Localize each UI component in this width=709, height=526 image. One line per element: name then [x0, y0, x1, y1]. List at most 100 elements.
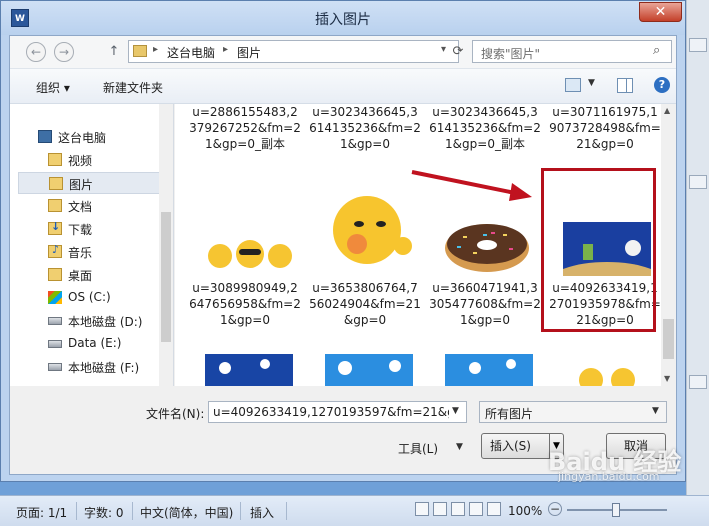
file-name[interactable]: u=3089980949,2647656958&fm=21&gp=0 [189, 280, 301, 328]
sidebar-item-documents[interactable]: 文档 [18, 195, 166, 217]
close-button[interactable]: ✕ [639, 2, 682, 22]
zoom-slider-handle[interactable] [612, 503, 620, 517]
sky-scene-thumbnail [219, 359, 270, 374]
folder-icon [48, 268, 62, 281]
dialog-title: 插入图片 [315, 12, 371, 28]
tools-button[interactable]: 工具(L) [398, 440, 438, 457]
emoji-ducks-thumbnail [208, 240, 292, 268]
filename-field[interactable]: u=4092633419,1270193597&fm=21&gp ▼ [208, 401, 467, 423]
sidebar-item-downloads[interactable]: 下载 [18, 218, 166, 240]
web-layout-icon[interactable] [451, 502, 465, 516]
file-name[interactable]: u=3023436645,3614135236&fm=21&gp=0_副本 [429, 104, 541, 152]
language-indicator[interactable]: 中文(简体，中国) [140, 504, 233, 521]
chevron-down-icon[interactable]: ▾ [441, 44, 446, 55]
back-arrow-icon[interactable]: ← [26, 42, 46, 62]
sidebar-item-music[interactable]: 音乐 [18, 241, 166, 263]
folder-icon [133, 45, 147, 57]
file-name[interactable]: u=3071161975,19073728498&fm=21&gp=0 [549, 104, 661, 152]
refresh-icon[interactable]: ⟳ [448, 44, 468, 60]
file-name[interactable]: u=3653806764,756024904&fm=21&gp=0 [309, 280, 421, 328]
insert-mode-indicator[interactable]: 插入 [250, 504, 274, 521]
chevron-down-icon[interactable]: ▼ [588, 78, 595, 88]
sidebar-scrollbar[interactable] [159, 104, 173, 386]
status-divider [286, 502, 287, 520]
music-folder-icon [48, 243, 62, 258]
draft-view-icon[interactable] [487, 502, 501, 516]
drive-icon [48, 340, 62, 348]
file-list-scrollbar[interactable]: ▲ ▼ [661, 104, 676, 386]
sidebar-item-label: OS (C:) [68, 290, 111, 304]
print-layout-icon[interactable] [415, 502, 429, 516]
file-thumbnail[interactable] [325, 354, 413, 386]
zoom-level[interactable]: 100% [508, 504, 542, 518]
annotation-arrow-icon [411, 170, 532, 201]
organize-button[interactable]: 组织 ▾ [36, 79, 70, 96]
preview-pane-icon[interactable] [617, 78, 633, 93]
sidebar-item-label: Data (E:) [68, 336, 122, 350]
sidebar-item-label: 下载 [68, 223, 93, 237]
host-window-ruler [686, 0, 709, 495]
emoji-character-thumbnail [323, 186, 415, 276]
sidebar-item-this-pc[interactable]: 这台电脑 [18, 126, 166, 148]
watermark-url: jingyan.baidu.com [558, 470, 660, 483]
scroll-up-icon[interactable]: ▲ [664, 106, 670, 115]
chevron-down-icon[interactable]: ▼ [652, 406, 659, 416]
folder-icon [48, 153, 62, 166]
breadcrumb-this-pc[interactable]: 这台电脑 [167, 44, 215, 61]
sidebar-item-label: 音乐 [68, 246, 93, 260]
file-thumbnail[interactable] [443, 214, 531, 276]
status-bar: 页面: 1/1 字数: 0 中文(简体，中国) 插入 100% − [0, 495, 709, 526]
file-name[interactable]: u=3660471941,3305477608&fm=21&gp=0 [429, 280, 541, 328]
page-count[interactable]: 页面: 1/1 [16, 504, 67, 521]
file-thumbnail[interactable] [205, 354, 293, 386]
navigation-pane: 这台电脑 视频 图片 文档 下载 音乐 [10, 104, 174, 386]
file-thumbnail[interactable] [445, 354, 533, 386]
search-input[interactable]: 搜索"图片" [481, 45, 540, 62]
zoom-out-icon[interactable]: − [548, 502, 562, 516]
sidebar-item-videos[interactable]: 视频 [18, 149, 166, 171]
file-type-select[interactable]: 所有图片 ▼ [479, 401, 667, 423]
insert-button-label: 插入(S) [490, 439, 531, 453]
word-count[interactable]: 字数: 0 [84, 504, 124, 521]
sidebar-item-label: 桌面 [68, 269, 93, 283]
outline-view-icon[interactable] [469, 502, 483, 516]
chevron-down-icon[interactable]: ▼ [452, 406, 459, 416]
file-name[interactable]: u=3023436645,3614135236&fm=21&gp=0 [309, 104, 421, 152]
help-icon[interactable]: ? [654, 77, 670, 93]
scrollbar-thumb[interactable] [161, 212, 171, 342]
host-toolbar-icon [689, 38, 707, 52]
breadcrumb-pictures[interactable]: 图片 [237, 44, 261, 61]
chevron-down-icon[interactable]: ▼ [456, 442, 463, 452]
file-thumbnail[interactable] [323, 186, 415, 276]
up-arrow-icon[interactable]: ↑ [106, 42, 122, 62]
highlight-box [541, 168, 656, 332]
filename-input[interactable]: u=4092633419,1270193597&fm=21&gp [213, 405, 449, 419]
sidebar-item-drive-d[interactable]: 本地磁盘 (D:) [18, 310, 166, 332]
file-thumbnail[interactable] [571, 364, 643, 386]
search-icon[interactable]: ⌕ [653, 43, 660, 58]
folder-icon [49, 177, 63, 190]
status-divider [76, 502, 77, 520]
title-bar: W 插入图片 ✕ [1, 1, 685, 35]
forward-arrow-icon[interactable]: → [54, 42, 74, 62]
sidebar-item-desktop[interactable]: 桌面 [18, 264, 166, 286]
sidebar-item-pictures[interactable]: 图片 [18, 172, 166, 194]
address-bar[interactable]: ▸ 这台电脑 ▸ 图片 ▾ [128, 40, 459, 63]
scroll-down-icon[interactable]: ▼ [664, 374, 670, 383]
full-screen-reading-icon[interactable] [433, 502, 447, 516]
host-toolbar-icon [689, 375, 707, 389]
scrollbar-thumb[interactable] [663, 319, 674, 359]
status-divider [240, 502, 241, 520]
sky-scene-thumbnail [469, 359, 516, 374]
chevron-right-icon: ▸ [223, 44, 229, 55]
change-view-icon[interactable] [565, 78, 581, 92]
search-box[interactable]: 搜索"图片" ⌕ [472, 40, 672, 63]
sidebar-item-drive-f[interactable]: 本地磁盘 (F:) [18, 356, 166, 378]
command-bar: 组织 ▾ 新建文件夹 ▼ ? [10, 68, 676, 104]
file-thumbnail[interactable] [205, 224, 295, 274]
file-type-value: 所有图片 [485, 407, 534, 421]
file-name[interactable]: u=2886155483,2379267252&fm=21&gp=0_副本 [189, 104, 301, 152]
new-folder-button[interactable]: 新建文件夹 [103, 79, 163, 96]
sidebar-item-drive-e[interactable]: Data (E:) [18, 333, 166, 355]
sidebar-item-drive-c[interactable]: OS (C:) [18, 287, 166, 309]
